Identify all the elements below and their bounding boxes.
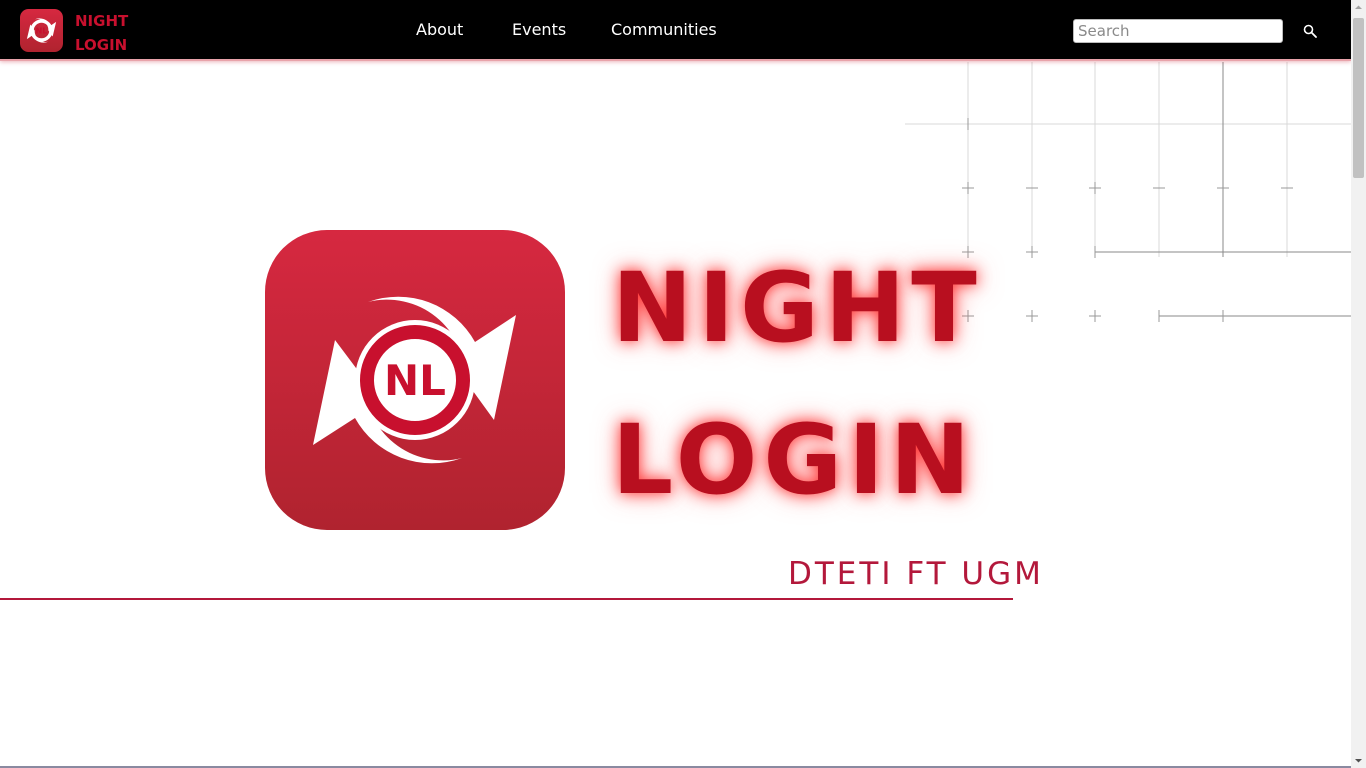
nav-link-communities[interactable]: Communities (611, 20, 717, 39)
brand-line2: LOGIN (75, 36, 128, 54)
hero-title-line2: LOGIN (612, 404, 977, 516)
scroll-up-arrow-icon[interactable] (1351, 0, 1366, 15)
nav-link-about[interactable]: About (416, 20, 463, 39)
page-viewport: NL NIGHT LOGIN About Events Communities (0, 0, 1351, 768)
nav-link-events[interactable]: Events (512, 20, 566, 39)
hero-logo-icon: NL (265, 230, 565, 530)
scrollbar-thumb[interactable] (1353, 18, 1364, 178)
vertical-scrollbar[interactable] (1351, 0, 1366, 768)
navbar: NL NIGHT LOGIN About Events Communities (0, 0, 1351, 61)
nl-logo-icon[interactable]: NL (20, 9, 63, 52)
nl-logo-text: NL (35, 26, 47, 36)
hero-logo-text: NL (384, 356, 446, 405)
search-input[interactable] (1073, 19, 1283, 43)
hero-subtitle: DTETI FT UGM (788, 556, 1044, 592)
hero-divider (0, 598, 1013, 600)
brand-name[interactable]: NIGHT LOGIN (75, 9, 128, 57)
hero-title-line1: NIGHT (612, 252, 983, 364)
scroll-down-arrow-icon[interactable] (1351, 753, 1366, 768)
search-icon[interactable] (1303, 24, 1317, 38)
brand-line1: NIGHT (75, 12, 129, 30)
